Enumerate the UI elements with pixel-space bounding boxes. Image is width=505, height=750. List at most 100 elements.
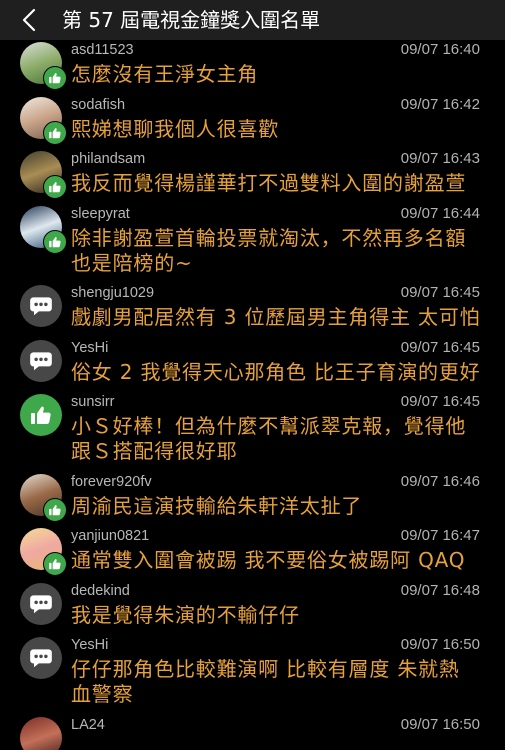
- comment-text-line: 血警察: [71, 682, 134, 706]
- comment-username: YesHi: [71, 637, 109, 653]
- comment-timestamp: 09/07 16:45: [400, 284, 480, 301]
- comment-timestamp: 09/07 16:40: [400, 41, 480, 58]
- comment-timestamp: 09/07 16:50: [400, 715, 480, 733]
- chevron-left-icon: [22, 8, 36, 32]
- speech-bubble-icon: [28, 293, 54, 319]
- comment-text-line: 除非謝盈萱首輪投票就淘汰，不然再多名額: [71, 225, 467, 250]
- avatar[interactable]: [20, 637, 62, 679]
- comment-text: 除非謝盈萱首輪投票就淘汰，不然再多名額 也是陪榜的~: [71, 226, 480, 276]
- comment-text: 通常雙入圍會被踢 我不要俗女被踢阿 QAQ: [71, 548, 480, 573]
- comment-text: 戲劇男配居然有 3 位歷屆男主角得主 太可怕: [71, 305, 480, 330]
- comment-text-line: 周渝民這演技輸給朱軒洋太扯了: [71, 493, 363, 518]
- page-title: 第 57 屆電視金鐘獎入圍名單: [62, 8, 321, 32]
- comment-username: philandsam: [71, 151, 146, 167]
- comment-header-row: forever920fv 09/07 16:46: [71, 472, 480, 492]
- speech-bubble-icon: [28, 645, 54, 671]
- thumbs-up-icon: [48, 503, 62, 517]
- comment-text: 小Ｓ好棒！但為什麼不幫派翠克報，覺得他 跟Ｓ搭配得很好耶: [71, 414, 480, 464]
- comment-header-row: yanjiun0821 09/07 16:47: [71, 526, 480, 546]
- comment-username: shengju1029: [71, 285, 155, 301]
- comment-item[interactable]: forever920fv 09/07 16:46 周渝民這演技輸給朱軒洋太扯了: [0, 472, 505, 527]
- comment-header-row: LA24 09/07 16:50: [71, 715, 480, 735]
- comment-header-row: YesHi 09/07 16:45: [71, 338, 480, 358]
- avatar[interactable]: [20, 394, 62, 436]
- comment-username: asd11523: [71, 42, 134, 58]
- comment-text: 我是覺得朱演的不輸仔仔: [71, 603, 480, 628]
- thumbs-up-icon: [48, 71, 62, 85]
- avatar[interactable]: [20, 339, 62, 382]
- back-button[interactable]: [16, 7, 42, 33]
- comment-screen: 第 57 屆電視金鐘獎入圍名單 asd11523 09/07 16:40 怎麼沒有王…: [0, 0, 505, 750]
- comment-item[interactable]: philandsam 09/07 16:43 我反而覺得楊謹華打不過雙料入圍的謝盈萱: [0, 149, 505, 204]
- comment-text: 熙娣想聊我個人很喜歡: [71, 117, 480, 142]
- comment-text-line: 通常雙入圍會被踢 我不要俗女被踢阿 QAQ: [71, 548, 466, 572]
- comment-username: sleepyrat: [71, 205, 130, 222]
- comment-item[interactable]: YesHi 09/07 16:45 俗女 2 我覺得天心那角色 比王子育演的更好: [0, 338, 505, 393]
- comment-list[interactable]: asd11523 09/07 16:40 怎麼沒有王淨女主角 sodafish 09/0…: [0, 40, 505, 750]
- speech-bubble-icon: [28, 591, 54, 617]
- thumbs-up-icon: [29, 403, 53, 427]
- push-badge: [43, 66, 67, 90]
- thumbs-up-icon: [48, 180, 62, 194]
- comment-item[interactable]: asd11523 09/07 16:40 怎麼沒有王淨女主角: [0, 40, 505, 95]
- comment-text: 我反而覺得楊謹華打不過雙料入圍的謝盈萱: [71, 171, 480, 196]
- comment-text-line: 我反而覺得楊謹華打不過雙料入圍的謝盈萱: [71, 171, 467, 195]
- nav-header: 第 57 屆電視金鐘獎入圍名單: [0, 0, 505, 40]
- comment-header-row: philandsam 09/07 16:43: [71, 149, 480, 169]
- comment-text-line: 俗女 2 我覺得天心那角色 比王子育演的更好: [71, 359, 480, 384]
- comment-timestamp: 09/07 16:42: [400, 95, 480, 113]
- comment-header-row: sleepyrat 09/07 16:44: [71, 204, 480, 224]
- comment-text-line: 戲劇男配居然有 3 位歷屆男主角得主 太可怕: [71, 305, 480, 329]
- comment-text-line: 也是陪榜的~: [71, 250, 193, 275]
- comment-text-line: 跟Ｓ搭配得很好耶: [71, 439, 238, 463]
- push-badge: [43, 229, 67, 254]
- comment-text: 俗女 2 我覺得天心那角色 比王子育演的更好: [71, 360, 480, 385]
- comment-header-row: YesHi 09/07 16:50: [71, 635, 480, 655]
- comment-username: sunsirr: [71, 394, 115, 410]
- comment-timestamp: 09/07 16:48: [400, 581, 480, 599]
- comment-text-line: 我是覺得朱演的不輸仔仔: [71, 602, 300, 627]
- push-badge: [43, 552, 67, 576]
- comment-username: LA24: [71, 716, 105, 733]
- comment-timestamp: 09/07 16:45: [400, 393, 480, 410]
- comment-text: 仔仔那角色比較難演啊 比較有層度 朱就熱 血警察: [71, 657, 480, 707]
- push-badge: [43, 175, 67, 199]
- thumbs-up-icon: [48, 126, 62, 140]
- comment-timestamp: 09/07 16:50: [400, 636, 480, 653]
- comment-text-line: 仔仔那角色比較難演啊 比較有層度 朱就熱: [71, 657, 460, 681]
- comment-username: sodafish: [71, 96, 126, 113]
- comment-timestamp: 09/07 16:47: [400, 527, 480, 544]
- thumbs-up-icon: [48, 235, 62, 249]
- comment-item[interactable]: sleepyrat 09/07 16:44 除非謝盈萱首輪投票就淘汰，不然再多名額也…: [0, 204, 505, 284]
- comment-timestamp: 09/07 16:46: [400, 472, 480, 490]
- comment-username: dedekind: [71, 582, 130, 599]
- comment-item[interactable]: sodafish 09/07 16:42 熙娣想聊我個人很喜歡: [0, 95, 505, 150]
- comment-text: 周渝民這演技輸給朱軒洋太扯了: [71, 494, 480, 519]
- push-badge: [43, 497, 67, 522]
- comment-text-line: 怎麼沒有王淨女主角: [71, 62, 259, 86]
- avatar[interactable]: [20, 716, 62, 750]
- thumbs-up-icon: [48, 557, 62, 571]
- comment-item[interactable]: LA24 09/07 16:50: [0, 715, 505, 750]
- avatar[interactable]: [20, 285, 62, 327]
- comment-item[interactable]: dedekind 09/07 16:48 我是覺得朱演的不輸仔仔: [0, 581, 505, 636]
- comment-text: 怎麼沒有王淨女主角: [71, 62, 480, 87]
- comment-username: forever920fv: [71, 473, 152, 490]
- comment-username: YesHi: [71, 339, 109, 356]
- comment-header-row: shengju1029 09/07 16:45: [71, 283, 480, 303]
- comment-item[interactable]: shengju1029 09/07 16:45 戲劇男配居然有 3 位歷屆男主角得主…: [0, 283, 505, 338]
- comment-header-row: sodafish 09/07 16:42: [71, 95, 480, 115]
- comment-header-row: sunsirr 09/07 16:45: [71, 392, 480, 412]
- comment-timestamp: 09/07 16:44: [400, 204, 480, 222]
- avatar[interactable]: [20, 582, 62, 625]
- comment-header-row: asd11523 09/07 16:40: [71, 40, 480, 60]
- comment-header-row: dedekind 09/07 16:48: [71, 581, 480, 601]
- comment-item[interactable]: YesHi 09/07 16:50 仔仔那角色比較難演啊 比較有層度 朱就熱 血警察: [0, 635, 505, 715]
- speech-bubble-icon: [28, 348, 54, 374]
- comment-username: yanjiun0821: [71, 528, 150, 544]
- comment-timestamp: 09/07 16:43: [400, 150, 480, 167]
- push-badge: [43, 120, 67, 145]
- comment-item[interactable]: sunsirr 09/07 16:45 小Ｓ好棒！但為什麼不幫派翠克報，覺得他 跟Ｓ搭…: [0, 392, 505, 472]
- comment-timestamp: 09/07 16:45: [400, 338, 480, 356]
- comment-item[interactable]: yanjiun0821 09/07 16:47 通常雙入圍會被踢 我不要俗女被踢阿 …: [0, 526, 505, 581]
